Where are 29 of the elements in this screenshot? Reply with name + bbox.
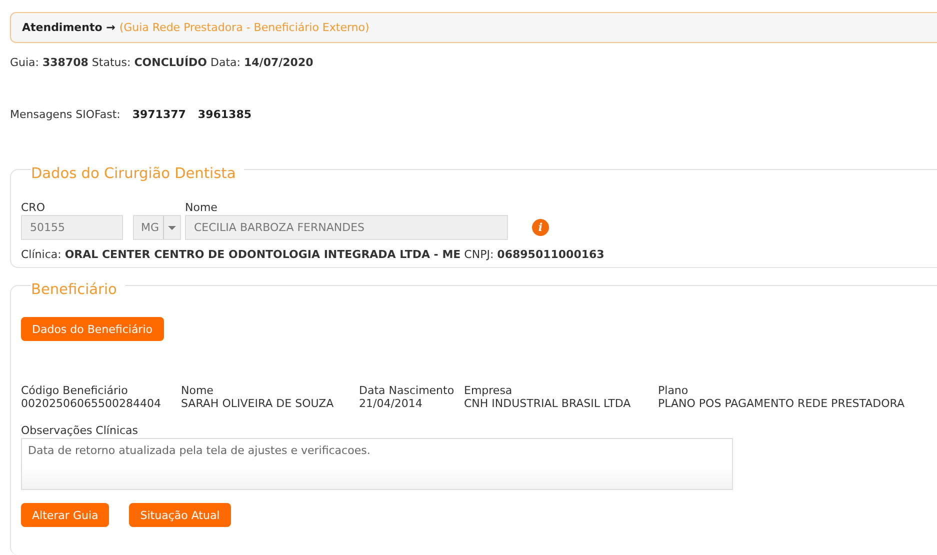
field-label: Empresa <box>464 384 514 397</box>
text-field[interactable]: CECILIA BARBOZA FERNANDES <box>185 215 508 240</box>
breadcrumb-label: Atendimento → <box>22 21 116 34</box>
field-label: Observações Clínicas <box>21 424 140 437</box>
beneficiary-data-button[interactable]: Dados do Beneficiário <box>21 317 164 341</box>
field-value: PLANO POS PAGAMENTO REDE PRESTADORA <box>658 397 906 410</box>
notes-field[interactable]: Data de retorno atualizada pela tela de ajustes e verificacoes. <box>21 438 733 490</box>
field-label: Data Nascimento <box>359 384 456 397</box>
field-label: Nome <box>185 201 218 214</box>
guide-summary: Guia: 338708 Status: CONCLUÍDO Data: 14/07/2020 <box>10 56 314 69</box>
action-button[interactable]: Situação Atual <box>129 503 231 527</box>
field-value: SARAH OLIVEIRA DE SOUZA <box>181 397 335 410</box>
message-number: 3961385 <box>198 108 252 121</box>
field-value: CNH INDUSTRIAL BRASIL LTDA <box>464 397 632 410</box>
text-field[interactable]: 50155 <box>21 215 123 240</box>
field-label: Plano <box>658 384 690 397</box>
field-label: Nome <box>181 384 214 397</box>
message-number: 3971377 <box>132 108 186 121</box>
field-value: 00202506065500284404 <box>21 397 162 410</box>
action-button[interactable]: Alterar Guia <box>21 503 110 527</box>
section-legend: Dados do Cirurgião Dentista <box>31 166 244 182</box>
info-icon[interactable]: i <box>532 219 549 236</box>
breadcrumb-current: (Guia Rede Prestadora - Beneficiário Externo) <box>119 21 370 34</box>
clinic-info: Clínica: ORAL CENTER CENTRO DE ODONTOLOGIA INTEGRADA LTDA - ME CNPJ: 06895011000163 <box>21 248 604 261</box>
state-select[interactable]: MG <box>133 215 181 240</box>
field-label: Código Beneficiário <box>21 384 129 397</box>
messages-label: Mensagens SIOFast: <box>10 108 120 121</box>
field-value: 21/04/2014 <box>359 397 424 410</box>
field-label: CRO <box>21 201 46 214</box>
